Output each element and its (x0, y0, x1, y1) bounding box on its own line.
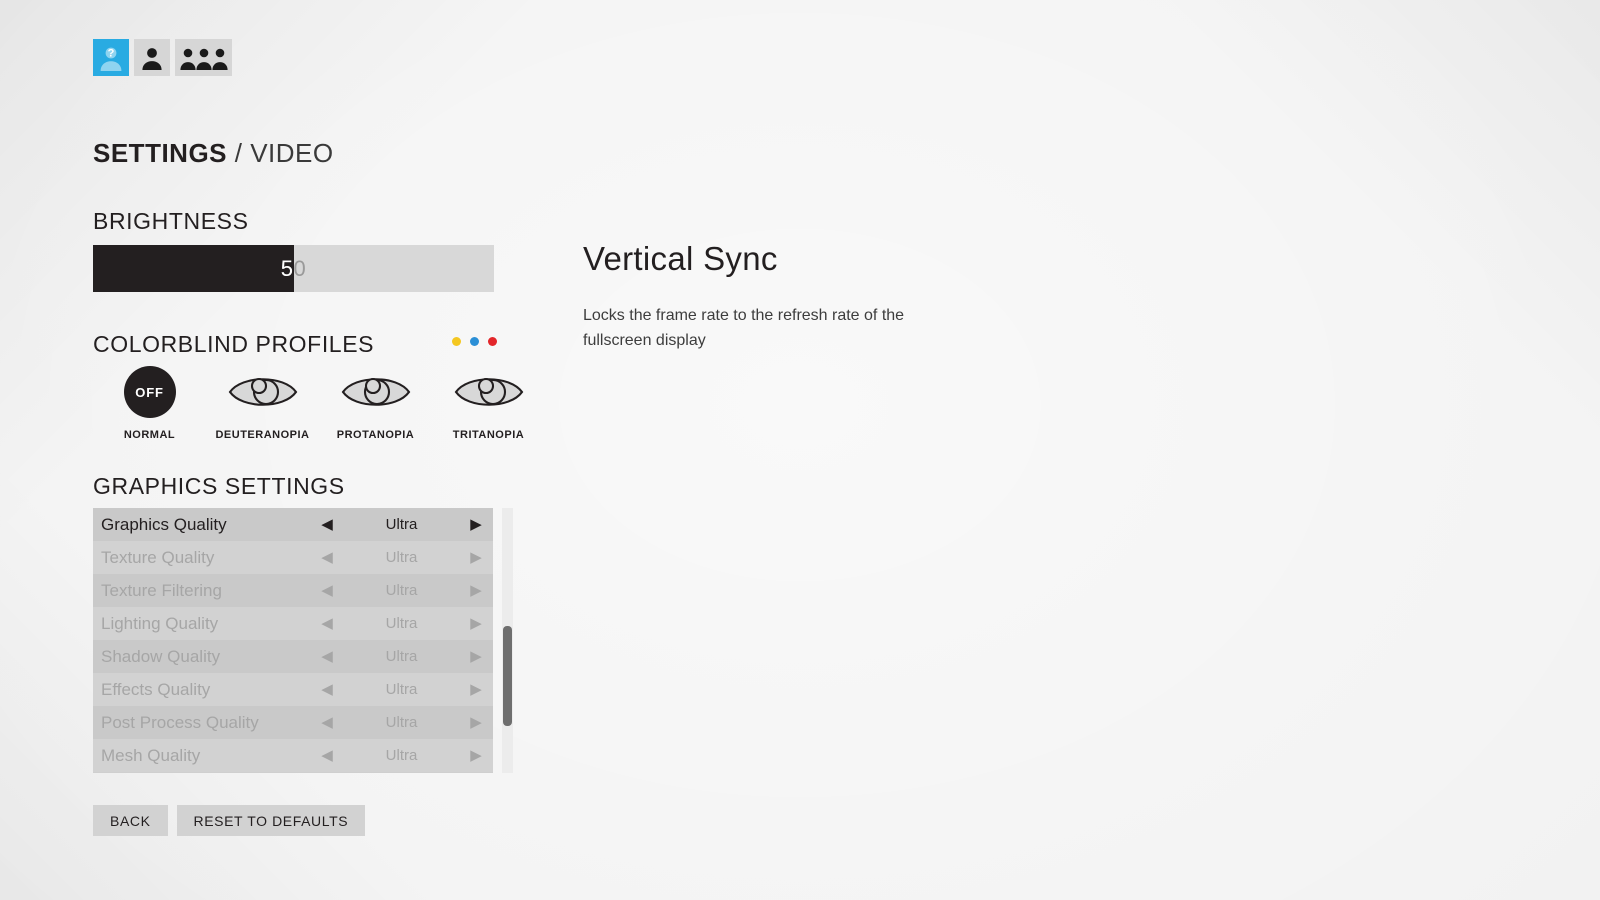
page-title-separator: / (227, 138, 251, 168)
colorblind-profile-protanopia[interactable]: PROTANOPIA (319, 365, 432, 441)
colorblind-profile-tritanopia[interactable]: TRITANOPIA (432, 365, 545, 441)
page-title-secondary: VIDEO (250, 138, 334, 168)
setting-value: Ultra (385, 615, 418, 632)
chevron-left-icon[interactable]: ◀ (316, 748, 338, 763)
setting-label: Texture Filtering (101, 580, 222, 600)
colorblind-heading: COLORBLIND PROFILES (93, 331, 375, 357)
eye-icon (454, 365, 524, 419)
setting-value: Ultra (385, 516, 418, 533)
reset-to-defaults-button[interactable]: RESET TO DEFAULTS (176, 805, 366, 836)
colorblind-dot-legend (452, 337, 497, 346)
colorblind-profile-label: PROTANOPIA (336, 429, 415, 441)
chevron-left-icon[interactable]: ◀ (316, 517, 338, 532)
setting-value: Ultra (385, 582, 418, 599)
colorblind-profile-deuteranopia[interactable]: DEUTERANOPIA (206, 365, 319, 441)
eye-icon (341, 365, 411, 419)
setting-value: Ultra (385, 747, 418, 764)
off-badge: OFF (123, 366, 176, 418)
colorblind-profile-label: NORMAL (123, 429, 176, 441)
red-dot (488, 337, 497, 346)
page-title-primary: SETTINGS (93, 138, 228, 168)
colorblind-profile-label: TRITANOPIA (452, 429, 525, 441)
chevron-left-icon[interactable]: ◀ (316, 649, 338, 664)
graphics-settings-list: Graphics Quality ◀ Ultra ▶ Texture Quali… (93, 508, 493, 773)
people-group-icon (179, 46, 228, 70)
chevron-right-icon[interactable]: ▶ (465, 748, 487, 763)
action-button-row: BACK RESET TO DEFAULTS (93, 805, 366, 836)
setting-label: Post Process Quality (101, 712, 259, 732)
colorblind-profile-label: DEUTERANOPIA (215, 429, 310, 441)
chevron-left-icon[interactable]: ◀ (316, 682, 338, 697)
table-row[interactable]: Texture Quality ◀ Ultra ▶ (93, 541, 493, 574)
detail-description: Locks the frame rate to the refresh rate… (583, 307, 905, 349)
graphics-heading: GRAPHICS SETTINGS (93, 473, 345, 499)
setting-label: Lighting Quality (101, 613, 219, 633)
blue-dot (470, 337, 479, 346)
svg-text:?: ? (108, 47, 115, 59)
table-row[interactable]: Effects Quality ◀ Ultra ▶ (93, 673, 493, 706)
colorblind-profile-list: OFF NORMAL DEUTERANOPIA PROTANOPIA TRITA… (93, 365, 545, 441)
graphics-list-scrollbar[interactable] (502, 508, 513, 773)
setting-value: Ultra (385, 549, 418, 566)
chevron-left-icon[interactable]: ◀ (316, 616, 338, 631)
setting-value: Ultra (385, 648, 418, 665)
chevron-right-icon[interactable]: ▶ (465, 550, 487, 565)
chevron-right-icon[interactable]: ▶ (465, 583, 487, 598)
setting-detail-panel: Vertical Sync Locks the frame rate to th… (583, 240, 1003, 354)
chevron-left-icon[interactable]: ◀ (316, 583, 338, 598)
table-row[interactable]: Texture Filtering ◀ Ultra ▶ (93, 574, 493, 607)
chevron-right-icon[interactable]: ▶ (465, 715, 487, 730)
chevron-right-icon[interactable]: ▶ (465, 649, 487, 664)
person-question-icon: ? (99, 45, 123, 71)
off-circle-icon: OFF (123, 365, 176, 419)
setting-value: Ultra (385, 681, 418, 698)
detail-title: Vertical Sync (583, 240, 778, 277)
table-row[interactable]: Graphics Quality ◀ Ultra ▶ (93, 508, 493, 541)
chevron-right-icon[interactable]: ▶ (465, 616, 487, 631)
table-row[interactable]: Shadow Quality ◀ Ultra ▶ (93, 640, 493, 673)
setting-label: Graphics Quality (101, 514, 227, 534)
setting-label: Effects Quality (101, 679, 211, 699)
tab-help-profile[interactable]: ? (93, 39, 129, 76)
table-row[interactable]: Post Process Quality ◀ Ultra ▶ (93, 706, 493, 739)
page-title: SETTINGS / VIDEO (93, 138, 334, 169)
yellow-dot (452, 337, 461, 346)
brightness-slider[interactable]: 50 50 (93, 245, 494, 292)
back-button[interactable]: BACK (93, 805, 168, 836)
setting-value: Ultra (385, 714, 418, 731)
brightness-heading: BRIGHTNESS (93, 208, 249, 234)
chevron-left-icon[interactable]: ◀ (316, 550, 338, 565)
setting-label: Texture Quality (101, 547, 215, 567)
table-row[interactable]: Lighting Quality ◀ Ultra ▶ (93, 607, 493, 640)
chevron-right-icon[interactable]: ▶ (465, 517, 487, 532)
tab-multiplayer[interactable] (175, 39, 232, 76)
person-icon (141, 46, 163, 70)
chevron-left-icon[interactable]: ◀ (316, 715, 338, 730)
tab-single-player[interactable] (134, 39, 170, 76)
eye-icon (228, 365, 298, 419)
chevron-right-icon[interactable]: ▶ (465, 682, 487, 697)
colorblind-profile-normal[interactable]: OFF NORMAL (93, 365, 206, 441)
setting-label: Shadow Quality (101, 646, 221, 666)
setting-label: Mesh Quality (101, 745, 201, 765)
table-row[interactable]: Mesh Quality ◀ Ultra ▶ (93, 739, 493, 772)
scrollbar-thumb[interactable] (503, 626, 512, 726)
graphics-settings-panel: Graphics Quality ◀ Ultra ▶ Texture Quali… (93, 508, 513, 773)
profile-tab-bar: ? (93, 39, 232, 76)
